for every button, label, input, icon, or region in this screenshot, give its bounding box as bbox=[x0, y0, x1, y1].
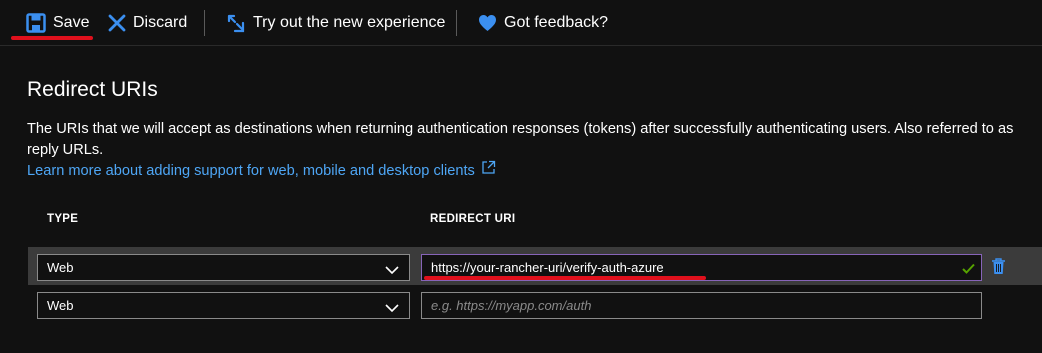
floppy-disk-icon bbox=[26, 13, 46, 33]
chevron-down-icon bbox=[385, 263, 399, 278]
trash-icon[interactable] bbox=[991, 258, 1006, 280]
uri-annotation-underline bbox=[424, 276, 706, 280]
redirect-uri-value: https://your-rancher-uri/verify-auth-azu… bbox=[431, 260, 664, 275]
type-dropdown[interactable]: Web bbox=[37, 292, 410, 319]
try-new-experience-button[interactable]: Try out the new experience bbox=[226, 11, 445, 35]
chevron-down-icon bbox=[385, 301, 399, 316]
redirect-uri-placeholder: e.g. https://myapp.com/auth bbox=[431, 298, 592, 313]
type-dropdown-value: Web bbox=[47, 260, 74, 275]
type-dropdown-value: Web bbox=[47, 298, 74, 313]
arrows-icon bbox=[226, 13, 246, 33]
redirect-uri-column-header: REDIRECT URI bbox=[430, 213, 516, 225]
save-button[interactable]: Save bbox=[26, 11, 89, 35]
command-bar: Save Discard Try out the new experience … bbox=[0, 0, 1042, 46]
section-description: The URIs that we will accept as destinat… bbox=[27, 121, 1014, 158]
feedback-label: Got feedback? bbox=[504, 14, 609, 31]
feedback-button[interactable]: Got feedback? bbox=[478, 11, 608, 35]
external-link-icon bbox=[475, 160, 496, 182]
discard-label: Discard bbox=[133, 14, 188, 31]
toolbar-divider bbox=[204, 10, 205, 36]
discard-button[interactable]: Discard bbox=[108, 11, 187, 35]
save-annotation-underline bbox=[11, 36, 93, 40]
learn-more-label: Learn more about adding support for web,… bbox=[27, 162, 475, 179]
checkmark-icon bbox=[962, 262, 975, 277]
save-label: Save bbox=[53, 14, 90, 31]
toolbar-divider bbox=[456, 10, 457, 36]
learn-more-link[interactable]: Learn more about adding support for web,… bbox=[27, 160, 496, 182]
x-icon bbox=[108, 14, 126, 32]
try-new-experience-label: Try out the new experience bbox=[253, 14, 446, 31]
new-redirect-uri-input[interactable]: e.g. https://myapp.com/auth bbox=[421, 292, 982, 319]
type-dropdown[interactable]: Web bbox=[37, 254, 410, 281]
heart-icon bbox=[478, 14, 497, 32]
type-column-header: TYPE bbox=[47, 213, 79, 225]
page-title: Redirect URIs bbox=[27, 78, 158, 101]
